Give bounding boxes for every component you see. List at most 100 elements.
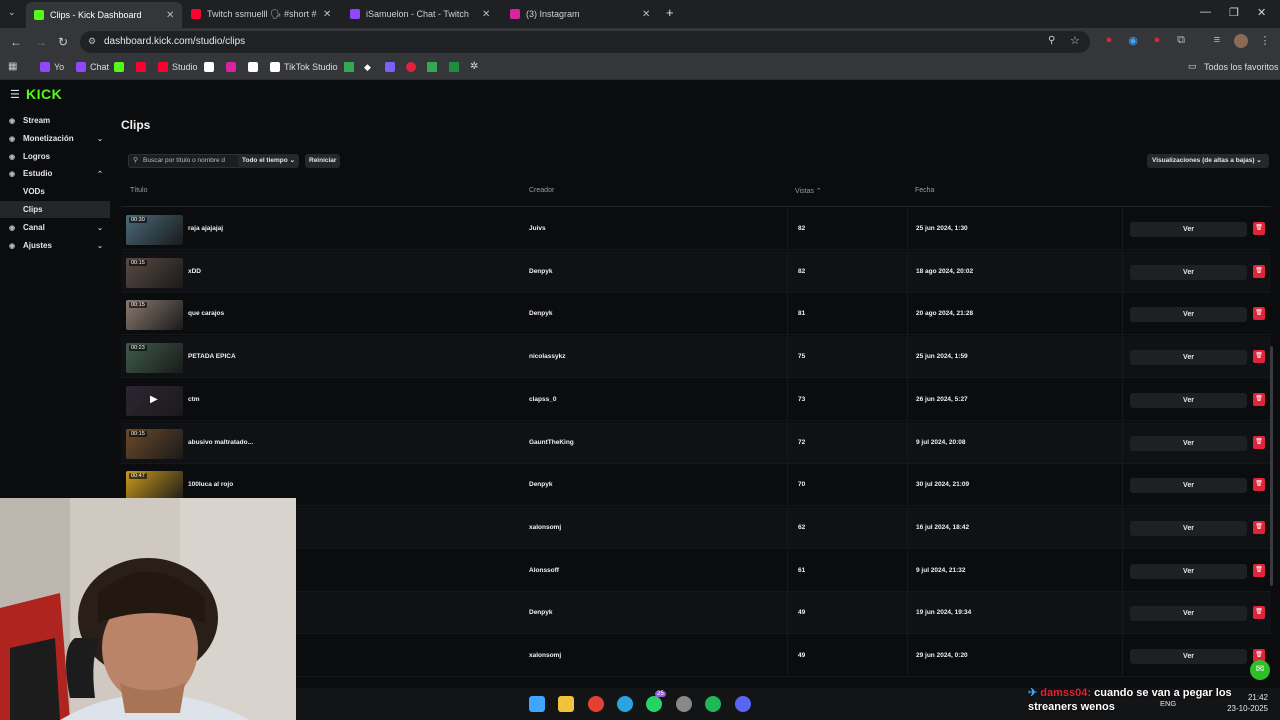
forward-icon[interactable]: → [35,35,47,49]
table-row[interactable]: 00:23 PETADA EPICA nicolassykz 75 25 jun 202… [121,336,1271,379]
extensions-puzzle-icon[interactable]: ⧉ [1174,34,1188,48]
windows-start-icon[interactable] [529,696,545,712]
delete-clip-button[interactable]: 🗑 [1253,520,1265,534]
browser-tab[interactable]: Clips - Kick Dashboard ✕ [26,2,182,28]
scrollbar[interactable] [1270,346,1273,586]
tab-search-icon[interactable]: ⌄ [8,7,16,18]
site-info-icon[interactable]: ⚙ [88,36,96,47]
url-text[interactable]: dashboard.kick.com/studio/clips [104,36,245,47]
bookmark-item[interactable] [114,62,128,72]
delete-clip-button[interactable]: 🗑 [1253,264,1265,278]
browser-tab[interactable]: iSamuelon - Chat - Twitch ✕ [342,4,498,24]
bookmark-icon[interactable]: ✲ [470,61,478,72]
time-filter-dropdown[interactable]: Todo el tiempo ⌄ [238,154,300,168]
column-header-date[interactable]: Fecha [915,187,934,194]
browser-tab[interactable]: (3) Instagram ✕ [502,4,658,24]
bookmark-item[interactable] [204,62,218,72]
view-clip-button[interactable]: Ver [1130,350,1247,366]
delete-clip-button[interactable]: 🗑 [1253,350,1265,364]
apps-grid-icon[interactable]: ▦ [8,61,17,72]
omnibox[interactable]: ⚙ dashboard.kick.com/studio/clips ⚲ ☆ [80,31,1090,53]
view-clip-button[interactable]: Ver [1130,264,1247,280]
column-header-creator[interactable]: Creador [529,187,554,194]
sidebar-item-monetización[interactable]: ◉ Monetización ⌄ [0,130,110,147]
restore-icon[interactable]: ❐ [1229,6,1239,19]
reset-button[interactable]: Reiniciar [305,154,341,168]
column-header-title[interactable]: Título [130,187,148,194]
delete-clip-button[interactable]: 🗑 [1253,478,1265,492]
spotify-icon[interactable] [705,696,721,712]
table-row[interactable]: 00:15 que carajos Denpyk 81 20 ago 2024, 21:… [121,293,1271,336]
clip-thumbnail[interactable]: ▶ [126,385,183,416]
drive-icon[interactable] [344,62,354,72]
menu-icon[interactable]: ☰ [10,88,20,101]
bookmark-icon[interactable]: ◆ [364,62,371,73]
bookmark-item[interactable]: Chat [76,62,109,72]
media-control-icon[interactable]: ≡ [1210,34,1224,48]
delete-clip-button[interactable]: 🗑 [1253,392,1265,406]
view-clip-button[interactable]: Ver [1130,606,1247,622]
tab-close-icon[interactable]: ✕ [642,9,650,20]
tab-close-icon[interactable]: ✕ [323,9,331,20]
bookmark-item[interactable]: Studio [158,62,198,72]
sidebar-item-vods[interactable]: VODs [0,183,110,200]
sidebar-item-stream[interactable]: ◉ Stream [0,112,110,129]
bookmark-item[interactable]: Yo [40,62,64,72]
bookmark-item[interactable]: TikTok Studio [270,62,338,72]
browser-tab[interactable]: Twitch ssmuelll 🗣 #short #hu ✕ [183,4,339,24]
clip-thumbnail[interactable]: 00:15 [126,300,183,331]
search-input[interactable]: ⚲ Buscar por título o nombre d [128,154,244,168]
view-clip-button[interactable]: Ver [1130,520,1247,536]
extension-icon[interactable]: ● [1102,34,1116,48]
kick-logo[interactable]: KICK [26,86,62,102]
clip-thumbnail[interactable]: 00:15 [126,257,183,288]
all-bookmarks-link[interactable]: Todos los favoritos [1204,62,1279,72]
whatsapp-icon[interactable] [646,696,662,712]
table-row[interactable]: 00:15 xDD Denpyk 82 18 ago 2024, 20:02 Ver 🗑 [121,250,1271,293]
discord-icon[interactable] [735,696,751,712]
app-icon[interactable] [676,696,692,712]
bookmark-icon[interactable] [385,62,395,72]
table-row[interactable]: 00:15 abusivo maltratado... GauntTheKing 72… [121,421,1271,464]
chrome-icon[interactable] [588,696,604,712]
view-clip-button[interactable]: Ver [1130,392,1247,408]
browser-menu-icon[interactable]: ⋮ [1258,34,1272,48]
bookmark-star-icon[interactable]: ☆ [1070,34,1080,47]
delete-clip-button[interactable]: 🗑 [1253,563,1265,577]
view-clip-button[interactable]: Ver [1130,478,1247,494]
bookmark-item[interactable] [248,62,262,72]
delete-clip-button[interactable]: 🗑 [1253,307,1265,321]
extension-icon[interactable]: ◉ [1126,34,1140,48]
telegram-icon[interactable] [617,696,633,712]
view-clip-button[interactable]: Ver [1130,435,1247,451]
bookmark-icon[interactable] [427,62,437,72]
delete-clip-button[interactable]: 🗑 [1253,222,1265,235]
file-explorer-icon[interactable] [558,696,574,712]
view-clip-button[interactable]: Ver [1130,307,1247,323]
sheets-icon[interactable] [449,62,459,72]
sidebar-item-ajustes[interactable]: ◉ Ajustes ⌄ [0,237,110,254]
table-row[interactable]: ▶ ctm clapss_0 73 26 jun 2024, 5:27 Ver 🗑 [121,378,1271,421]
zoom-icon[interactable]: ⚲ [1048,35,1055,46]
new-tab-button[interactable]: + [666,5,674,20]
reload-icon[interactable]: ↻ [58,35,68,49]
sort-dropdown[interactable]: Visualizaciones (de altas a bajas) ⌄ [1147,154,1269,168]
minimize-icon[interactable]: — [1200,6,1211,18]
clip-thumbnail[interactable]: 00:15 [126,428,183,459]
table-row[interactable]: 00:30 raja ajajajaj Juivs 82 25 jun 2024, 1:… [121,208,1271,250]
column-header-views[interactable]: Vistas ⌃ [795,187,822,195]
clip-thumbnail[interactable]: 00:30 [126,215,183,245]
bookmark-item[interactable] [136,62,150,72]
clip-thumbnail[interactable]: 00:23 [126,343,183,374]
sidebar-item-estudio[interactable]: ◉ Estudio ⌃ [0,165,110,182]
view-clip-button[interactable]: Ver [1130,222,1247,237]
bookmark-item[interactable] [226,62,240,72]
help-chat-button[interactable]: ✉ [1250,660,1270,680]
back-icon[interactable]: ← [10,35,22,49]
clip-thumbnail[interactable]: 00:47 [126,471,183,502]
view-clip-button[interactable]: Ver [1130,563,1247,579]
play-icon[interactable]: ▶ [150,394,158,405]
tab-close-icon[interactable]: ✕ [482,9,490,20]
delete-clip-button[interactable]: 🗑 [1253,435,1265,449]
delete-clip-button[interactable]: 🗑 [1253,606,1265,620]
